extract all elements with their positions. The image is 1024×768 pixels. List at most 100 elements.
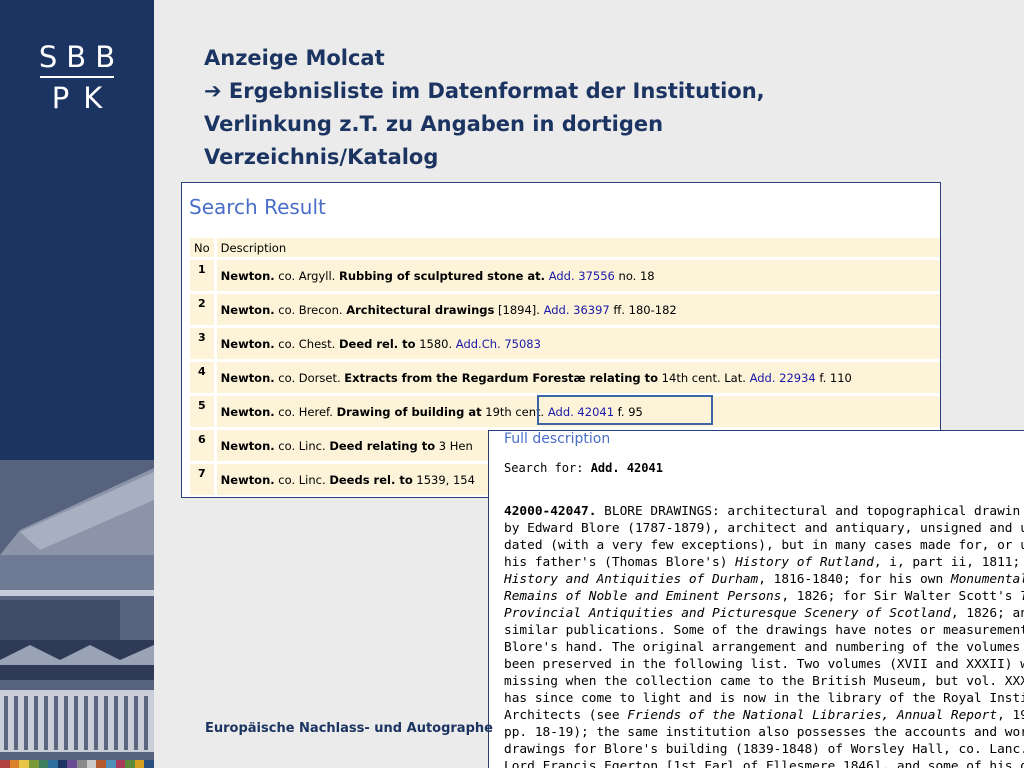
description-line: Remains of Noble and Eminent Persons, 18… [504, 588, 1024, 605]
description-segment: BLORE DRAWINGS: architectural and topogr… [596, 504, 1021, 519]
row-number: 7 [190, 464, 217, 495]
description-segment: Friends of the National Libraries, Annua… [627, 708, 998, 723]
table-row: 1 Newton. co. Argyll. Rubbing of sculptur… [190, 260, 940, 291]
row-number: 5 [190, 396, 217, 427]
description-segment: , 1939-19 [997, 708, 1024, 723]
description-line: dated (with a very few exceptions), but … [504, 537, 1024, 554]
search-for-value: Add. 42041 [590, 461, 663, 475]
full-description-panel: Full description Search for: Add. 42041 … [488, 430, 1024, 768]
sidebar: SBB PK [0, 0, 154, 768]
row-date: 1539, 154 [412, 472, 475, 487]
description-segment: Provincial Antiquities and Picturesque S… [504, 606, 951, 621]
row-folio: no. 18 [614, 268, 655, 283]
description-segment: Blore's hand. The original arrangement a… [504, 640, 1024, 655]
description-segment: Lord Francis Egerton [1st Earl of Ellesm… [504, 759, 1024, 768]
description-segment: has since come to light and is now in th… [504, 691, 1024, 706]
row-date: 1580. [415, 336, 456, 351]
row-number: 2 [190, 294, 217, 325]
color-strip-segment [134, 760, 145, 768]
row-date: [1894]. [494, 302, 544, 317]
heading-line-4: Verzeichnis/Katalog [204, 145, 439, 169]
row-place: Newton. [220, 336, 275, 351]
color-strip-segment [19, 760, 29, 768]
color-strip-segment [67, 760, 77, 768]
table-header-row: No Description [190, 238, 940, 257]
description-line: Blore's hand. The original arrangement a… [504, 639, 1024, 656]
row-folio: f. 110 [815, 370, 852, 385]
description-segment: , 1826; for Sir Walter Scott's [781, 589, 1021, 604]
logo-top-text: SBB [38, 40, 125, 74]
row-description: Newton. co. Argyll. Rubbing of sculpture… [216, 260, 940, 291]
row-county: co. Linc. [274, 438, 330, 453]
description-segment: , 1826; and for [950, 606, 1024, 621]
description-line: similar publications. Some of the drawin… [504, 622, 1024, 639]
row-county: co. Chest. [274, 336, 339, 351]
color-strip-segment [38, 760, 49, 768]
description-line: been preserved in the following list. Tw… [504, 656, 1024, 673]
description-line: drawings for Blore's building (1839-1848… [504, 741, 1024, 758]
description-segment: similar publications. Some of the drawin… [504, 623, 1024, 638]
full-description-text: 42000-42047. BLORE DRAWINGS: architectur… [504, 503, 1024, 768]
color-strip-segment [105, 760, 116, 768]
color-strip-segment [77, 760, 87, 768]
color-strip-segment [96, 760, 106, 768]
description-line: Lord Francis Egerton [1st Earl of Ellesm… [504, 758, 1024, 768]
table-row: 4 Newton. co. Dorset. Extracts from the R… [190, 362, 940, 393]
color-strip-segment [57, 760, 68, 768]
description-line: his father's (Thomas Blore's) History of… [504, 554, 1024, 571]
description-line: Architects (see Friends of the National … [504, 707, 1024, 724]
description-segment: his father's (Thomas Blore's) [504, 555, 736, 570]
shelfmark-link[interactable]: Add. 22934 [750, 371, 816, 385]
description-segment: History and Antiquities of Durham [504, 572, 759, 587]
row-place: Newton. [220, 472, 275, 487]
description-segment: drawings for Blore's building (1839-1848… [504, 742, 1024, 757]
footer-text: Europäische Nachlass- und Autographe [205, 721, 493, 736]
row-county: co. Dorset. [274, 370, 345, 385]
row-title: Architectural drawings [346, 302, 495, 317]
library-building-photo [0, 460, 154, 760]
description-segment: 42000-42047. [504, 504, 597, 519]
row-number: 3 [190, 328, 217, 359]
shelfmark-link[interactable]: Add. 37556 [549, 269, 615, 283]
row-number: 1 [190, 260, 217, 291]
row-title: Rubbing of sculptured stone at. [338, 268, 546, 283]
logo-bottom-text: PK [51, 81, 117, 115]
row-description: Newton. co. Dorset. Extracts from the Re… [216, 362, 940, 393]
color-strip-segment [144, 760, 154, 768]
table-row: 3 Newton. co. Chest. Deed rel. to 1580. A… [190, 328, 940, 359]
color-strip-segment [9, 760, 20, 768]
row-description: Newton. co. Chest. Deed rel. to 1580. Ad… [216, 328, 940, 359]
row-title: Extracts from the Regardum Forestæ relat… [344, 370, 659, 385]
description-segment: Remains of Noble and Eminent Persons [504, 589, 782, 604]
shelfmark-link[interactable]: Add. 36397 [544, 303, 610, 317]
row-county: co. Brecon. [274, 302, 347, 317]
description-segment: , i, part ii, 1811; for Surtee [873, 555, 1024, 570]
color-strip-segment [125, 760, 135, 768]
description-line: missing when the collection came to the … [504, 673, 1024, 690]
row-title: Deed relating to [329, 438, 436, 453]
row-number: 6 [190, 430, 217, 461]
logo-divider [40, 76, 114, 78]
shelfmark-link[interactable]: Add.Ch. 75083 [456, 337, 541, 351]
table-row: 2 Newton. co. Brecon. Architectural drawi… [190, 294, 940, 325]
row-place: Newton. [220, 438, 275, 453]
row-number: 4 [190, 362, 217, 393]
description-line: History and Antiquities of Durham, 1816-… [504, 571, 1024, 588]
description-line: has since come to light and is now in th… [504, 690, 1024, 707]
description-line: Provincial Antiquities and Picturesque S… [504, 605, 1024, 622]
color-strip-segment [48, 760, 58, 768]
heading-line-1: Anzeige Molcat [204, 46, 385, 70]
row-title: Deeds rel. to [329, 472, 413, 487]
row-folio: ff. 180-182 [609, 302, 677, 317]
description-segment: pp. 18-19); the same institution also po… [504, 725, 1024, 740]
full-description-title: Full description [504, 431, 611, 447]
description-segment: dated (with a very few exceptions), but … [504, 538, 1024, 553]
row-date: 3 Hen [435, 438, 473, 453]
row-title: Deed rel. to [338, 336, 416, 351]
row-date: 14th cent. Lat. [658, 370, 750, 385]
row-title: Drawing of building at [336, 404, 482, 419]
description-segment: by Edward Blore (1787-1879), architect a… [504, 521, 1024, 536]
description-line: by Edward Blore (1787-1879), architect a… [504, 520, 1024, 537]
color-strip-segment [115, 760, 126, 768]
description-segment: History of Rutland [735, 555, 874, 570]
